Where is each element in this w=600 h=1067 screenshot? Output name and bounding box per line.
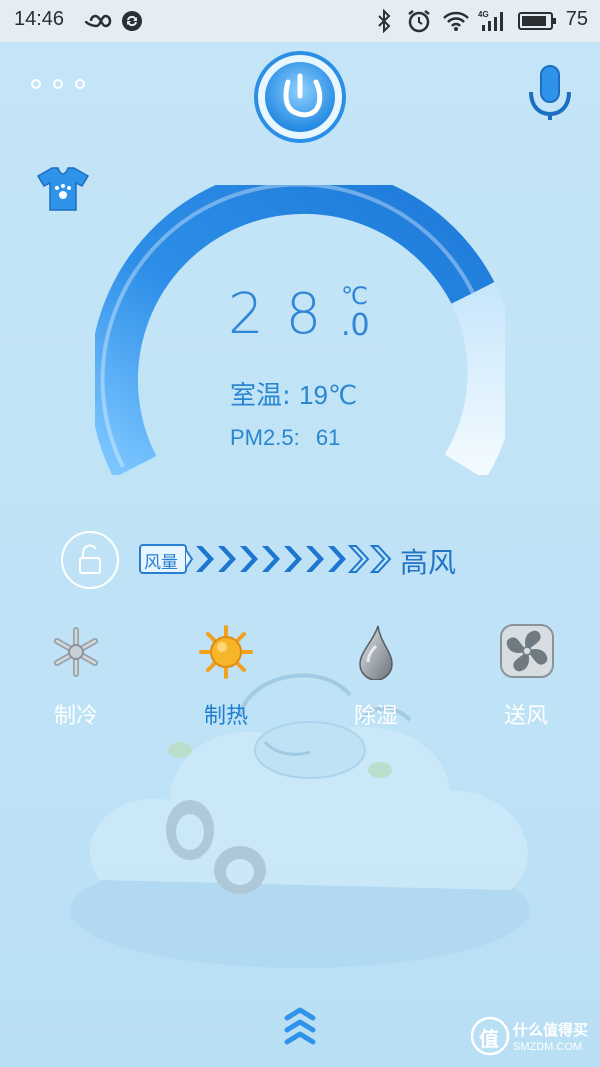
mode-cool-label: 制冷 [53,704,98,729]
watermark-logo: 值 [470,1016,510,1056]
fan-level-chevrons [196,545,392,573]
4g-signal-icon: 4G [478,10,503,31]
mode-fan-label: 送风 [503,704,548,729]
fan-icon [500,624,554,678]
fan-chevron [306,546,324,572]
droplet-icon [359,625,393,680]
watermark-logo-char: 值 [479,1027,499,1051]
more-dots-icon [31,79,85,89]
sun-icon [199,625,253,679]
microphone-icon [529,65,571,120]
mode-heat-button[interactable]: 制热 [186,620,266,730]
mode-fan-button[interactable]: 送风 [486,620,566,730]
fan-chevron [262,546,280,572]
voice-button[interactable] [524,62,576,124]
alarm-icon [408,10,430,33]
snowflake-icon [54,627,98,677]
lock-icon [61,531,119,589]
power-button[interactable] [253,50,347,144]
battery-percent: 75 [565,8,588,30]
fan-chevron [240,546,258,572]
fan-level-text: 高风 [400,546,457,579]
bluetooth-icon [378,9,391,33]
infinity-icon [84,14,112,28]
pm25-reading: PM2.5: 61 [230,425,340,451]
pm25-label: PM2.5: [230,425,300,450]
fan-chevron [347,545,370,573]
watermark-title: 什么值得买 [513,1021,589,1039]
temperature-decimal: .0 [341,308,370,343]
fan-chevron [369,545,392,573]
fan-chevron [196,546,214,572]
temperature-unit: ℃ [341,282,368,310]
clothes-button[interactable] [34,164,92,212]
mode-cool-button[interactable]: 制冷 [36,620,116,730]
mode-dry-label: 除湿 [353,704,398,729]
pm25-value: 61 [315,425,341,450]
room-temp-value: 19℃ [299,380,358,410]
power-icon [254,51,346,143]
fan-badge-label: 风量 [144,553,178,573]
fan-chevron [218,546,236,572]
room-temperature: 室温: 19℃ [230,375,357,412]
mascot-cloud-illustration [70,673,530,968]
tshirt-icon [36,167,90,211]
wifi-icon [443,11,469,31]
svg-text:4G: 4G [478,10,489,19]
expand-panel-button[interactable] [282,1004,318,1046]
fan-chevron [284,546,302,572]
mode-dry-button[interactable]: 除湿 [336,620,416,730]
fan-speed-control[interactable]: 风量 [138,540,400,578]
sync-icon [122,11,142,31]
mode-heat-label: 制热 [203,704,248,729]
more-menu-button[interactable] [26,72,90,96]
chevrons-up-icon [284,1007,316,1045]
status-time: 14:46 [14,8,65,30]
battery-icon [518,12,556,30]
fan-chevron [328,546,346,572]
watermark-site: SMZDM.COM [513,1041,583,1053]
status-bar: 14:46 4G 75 [0,0,600,42]
lock-button[interactable] [60,530,120,590]
set-temperature: 28 [228,282,344,347]
room-temp-label: 室温: [230,381,291,411]
